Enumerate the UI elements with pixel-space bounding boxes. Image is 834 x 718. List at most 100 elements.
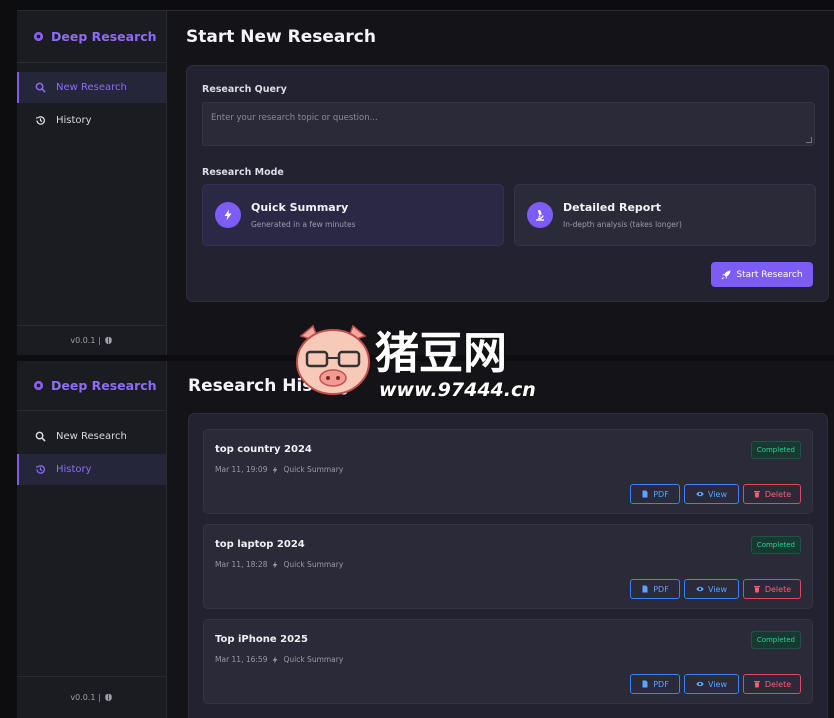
sidebar-nav: New Research History: [17, 72, 166, 138]
sidebar-item-label: History: [56, 464, 92, 475]
delete-button[interactable]: Delete: [743, 579, 801, 599]
sidebar-item-label: New Research: [56, 431, 127, 442]
mode-label: Research Mode: [202, 167, 284, 178]
resize-handle[interactable]: [806, 137, 812, 143]
mode-icon-circle: [527, 202, 553, 228]
history-item-meta: Mar 11, 16:59 Quick Summary: [215, 655, 343, 664]
pdf-label: PDF: [653, 489, 669, 499]
pdf-button[interactable]: PDF: [630, 674, 680, 694]
mode-text: Detailed Report In-depth analysis (takes…: [563, 201, 682, 229]
version-footer: v0.0.1 |: [17, 676, 166, 718]
mode-desc: Generated in a few minutes: [251, 220, 356, 229]
history-item-title: top laptop 2024: [215, 539, 305, 550]
brand-title: Deep Research: [51, 29, 157, 44]
brand[interactable]: Deep Research: [17, 361, 166, 411]
sidebar: Deep Research New Research History v0.0.…: [17, 361, 167, 718]
history-item[interactable]: top country 2024 Completed Mar 11, 19:09…: [203, 429, 813, 514]
view-button[interactable]: View: [684, 579, 739, 599]
search-icon: [35, 431, 46, 442]
view-button[interactable]: View: [684, 484, 739, 504]
sidebar-item-label: History: [56, 115, 92, 126]
history-item-actions: PDF View Delete: [630, 579, 801, 599]
bolt-icon: [224, 209, 232, 221]
history-item-title: Top iPhone 2025: [215, 634, 308, 645]
mode-icon-circle: [215, 202, 241, 228]
new-research-window: Deep Research New Research History v0.0.…: [17, 10, 834, 355]
version-label: v0.0.1 |: [70, 336, 101, 345]
delete-button[interactable]: Delete: [743, 484, 801, 504]
trash-icon: [753, 681, 760, 688]
history-icon: [36, 465, 45, 474]
sidebar-item-history[interactable]: History: [17, 454, 166, 485]
pdf-label: PDF: [653, 679, 669, 689]
sidebar-item-new-research[interactable]: New Research: [17, 421, 166, 452]
sidebar: Deep Research New Research History v0.0.…: [17, 11, 167, 355]
bolt-icon: [273, 655, 278, 664]
view-label: View: [708, 584, 727, 594]
page-title: Start New Research: [186, 27, 376, 47]
start-research-label: Start Research: [736, 269, 803, 280]
mode-desc: In-depth analysis (takes longer): [563, 220, 682, 229]
sidebar-nav: New Research History: [17, 421, 166, 487]
view-label: View: [708, 489, 727, 499]
version-label: v0.0.1 |: [70, 693, 101, 702]
mode-title: Detailed Report: [563, 201, 662, 214]
history-item-meta: Mar 11, 18:28 Quick Summary: [215, 560, 343, 569]
history-item-meta: Mar 11, 19:09 Quick Summary: [215, 465, 343, 474]
eye-icon: [696, 586, 704, 592]
delete-label: Delete: [764, 584, 792, 594]
history-item-mode: Quick Summary: [283, 655, 344, 664]
page-title: Research History: [188, 376, 352, 396]
pdf-button[interactable]: PDF: [630, 579, 680, 599]
sidebar-item-label: New Research: [56, 82, 127, 93]
mode-text: Quick Summary Generated in a few minutes: [251, 201, 356, 229]
delete-label: Delete: [764, 679, 792, 689]
delete-label: Delete: [764, 489, 792, 499]
sidebar-item-history[interactable]: History: [17, 105, 166, 136]
main-content: Start New Research Research Query Enter …: [167, 11, 834, 355]
view-label: View: [708, 679, 727, 689]
brain-icon: [104, 693, 112, 702]
microscope-icon: [536, 209, 544, 221]
start-research-button[interactable]: Start Research: [711, 262, 813, 287]
atom-icon: [33, 380, 44, 391]
history-icon: [36, 116, 45, 125]
mode-title: Quick Summary: [251, 201, 349, 214]
file-pdf-icon: [642, 680, 648, 688]
history-item[interactable]: top laptop 2024 Completed Mar 11, 18:28 …: [203, 524, 813, 609]
status-badge: Completed: [750, 441, 801, 459]
main-content: Research History top country 2024 Comple…: [167, 361, 834, 718]
bolt-icon: [273, 465, 278, 474]
history-item-mode: Quick Summary: [283, 560, 344, 569]
status-badge: Completed: [750, 631, 801, 649]
delete-button[interactable]: Delete: [743, 674, 801, 694]
pdf-button[interactable]: PDF: [630, 484, 680, 504]
trash-icon: [753, 491, 760, 498]
history-item-actions: PDF View Delete: [630, 484, 801, 504]
brand-title: Deep Research: [51, 378, 157, 393]
mode-option-quick-summary[interactable]: Quick Summary Generated in a few minutes: [202, 184, 504, 246]
history-list-card: top country 2024 Completed Mar 11, 19:09…: [188, 413, 828, 718]
history-item-title: top country 2024: [215, 444, 312, 455]
atom-icon: [33, 31, 44, 42]
history-item-actions: PDF View Delete: [630, 674, 801, 694]
status-badge: Completed: [750, 536, 801, 554]
file-pdf-icon: [642, 585, 648, 593]
rocket-icon: [722, 270, 731, 279]
research-query-input[interactable]: Enter your research topic or question...: [202, 102, 815, 146]
sidebar-item-new-research[interactable]: New Research: [17, 72, 166, 103]
history-window: Deep Research New Research History v0.0.…: [17, 361, 834, 718]
eye-icon: [696, 491, 704, 497]
history-item[interactable]: Top iPhone 2025 Completed Mar 11, 16:59 …: [203, 619, 813, 704]
file-pdf-icon: [642, 490, 648, 498]
history-item-time: Mar 11, 16:59: [215, 655, 268, 664]
brand[interactable]: Deep Research: [17, 11, 166, 63]
history-item-time: Mar 11, 18:28: [215, 560, 268, 569]
history-item-time: Mar 11, 19:09: [215, 465, 268, 474]
query-placeholder: Enter your research topic or question...: [211, 113, 378, 123]
pdf-label: PDF: [653, 584, 669, 594]
eye-icon: [696, 681, 704, 687]
trash-icon: [753, 586, 760, 593]
mode-option-detailed-report[interactable]: Detailed Report In-depth analysis (takes…: [514, 184, 816, 246]
view-button[interactable]: View: [684, 674, 739, 694]
